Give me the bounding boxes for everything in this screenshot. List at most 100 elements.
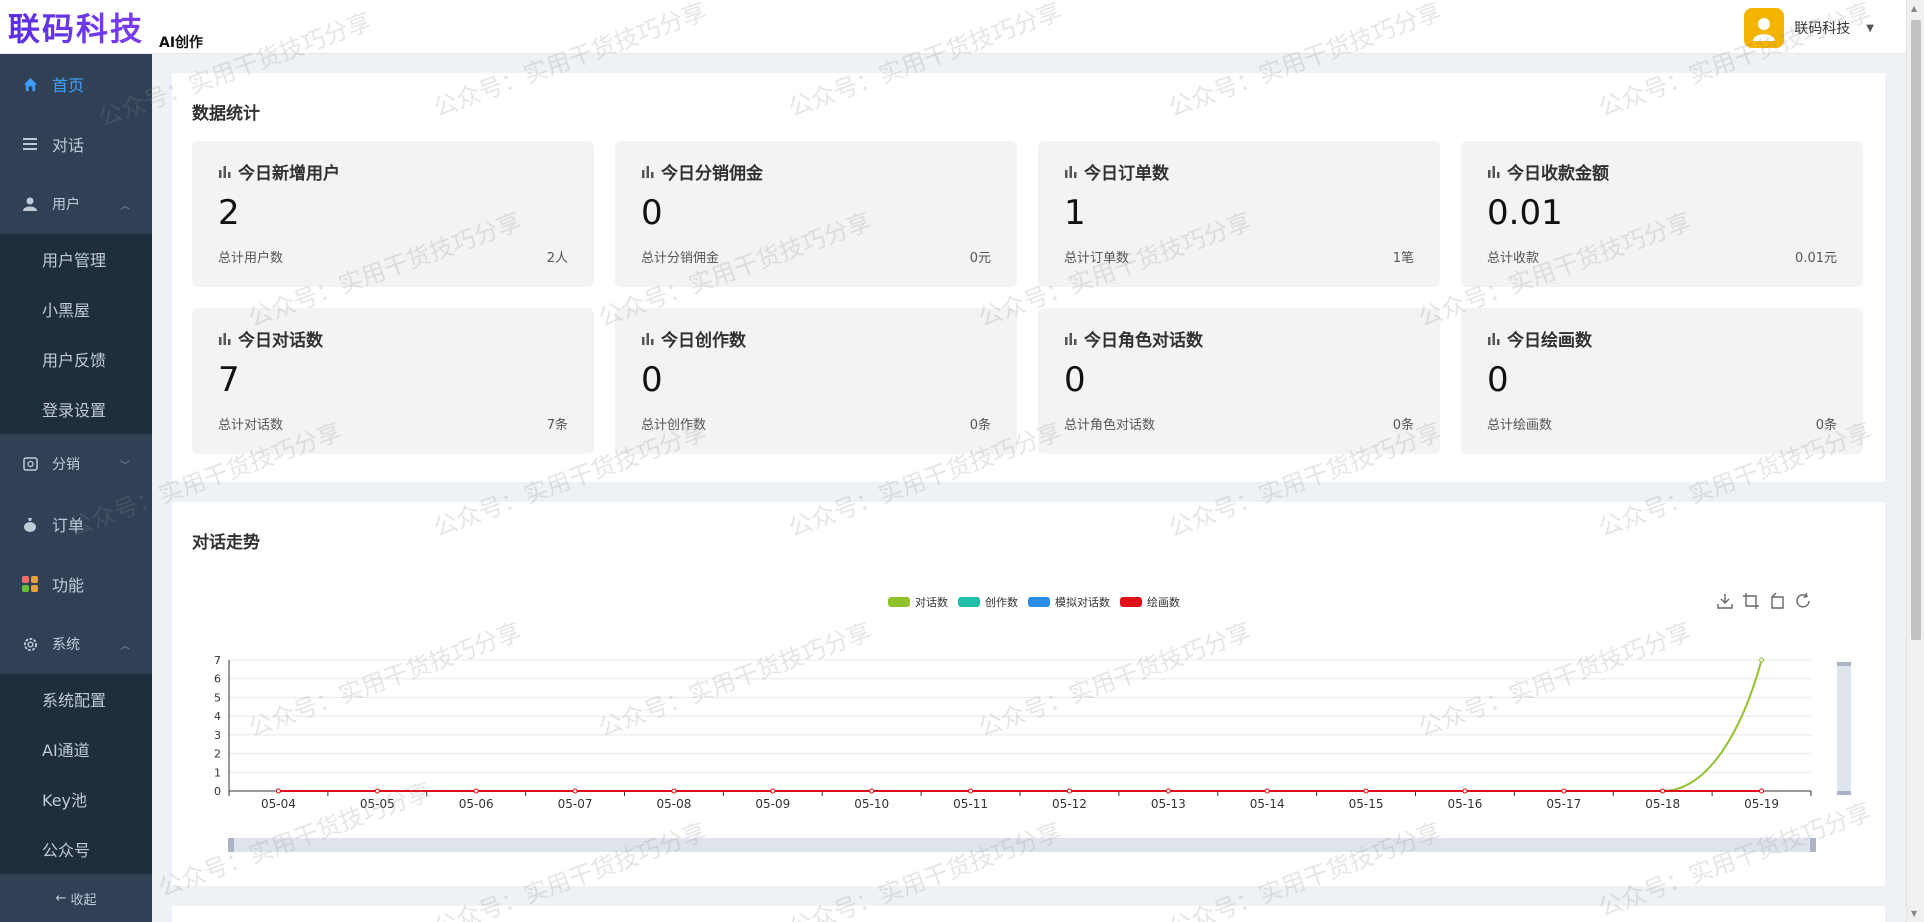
stat-value: 0 xyxy=(1064,360,1086,400)
legend-item[interactable]: 对话数 xyxy=(888,594,948,610)
stat-title-text: 今日新增用户 xyxy=(238,164,340,184)
sidebar-item-label: 功能 xyxy=(52,576,85,595)
stat-value: 0 xyxy=(641,360,663,400)
stat-total-label: 总计绘画数 xyxy=(1487,418,1553,433)
zoom-reset-icon[interactable] xyxy=(1768,592,1786,610)
stat-title: 今日对话数 xyxy=(218,326,323,351)
sidebar-item-chat[interactable]: 对话 xyxy=(0,114,152,174)
stat-total-value: 1笔 xyxy=(1392,251,1414,266)
sidebar-item-orders[interactable]: 订单 xyxy=(0,494,152,554)
stat-total-label: 总计用户数 xyxy=(218,251,284,266)
refresh-icon[interactable] xyxy=(1794,592,1812,610)
stat-title: 今日分销佣金 xyxy=(641,159,763,184)
stat-title-text: 今日收款金额 xyxy=(1507,164,1609,184)
sidebar-item-users[interactable]: 用户 ︿ xyxy=(0,174,152,234)
chevron-up-icon: ︿ xyxy=(120,200,130,212)
legend-label: 创作数 xyxy=(985,596,1018,609)
stat-title-text: 今日分销佣金 xyxy=(661,164,763,184)
stat-total-label: 总计分销佣金 xyxy=(641,251,720,266)
user-icon xyxy=(22,196,38,212)
stat-title: 今日新增用户 xyxy=(218,159,340,184)
chart-toolbox xyxy=(1716,592,1812,610)
sidebar-item-features[interactable]: 功能 xyxy=(0,554,152,614)
sidebar-subitem-system-config[interactable]: 系统配置 xyxy=(0,674,152,724)
stat-value: 0 xyxy=(641,193,663,233)
sidebar-item-home[interactable]: 首页 xyxy=(0,54,152,114)
stat-total-value: 2人 xyxy=(546,251,568,266)
chart-card-title: 对话走势 xyxy=(192,533,260,553)
legend-label: 绘画数 xyxy=(1147,596,1180,609)
collapse-label: 收起 xyxy=(70,892,97,908)
sidebar-item-distribution[interactable]: 分销 ﹀ xyxy=(0,434,152,494)
avatar[interactable] xyxy=(1744,8,1785,48)
stat-title: 今日创作数 xyxy=(641,326,746,351)
scroll-thumb[interactable] xyxy=(1911,20,1921,640)
download-icon[interactable] xyxy=(1716,592,1734,610)
zoom-icon[interactable] xyxy=(1742,592,1760,610)
chart-card: 对话走势 xyxy=(172,502,1885,886)
sidebar-item-label: 首页 xyxy=(52,76,85,95)
bar-chart-icon xyxy=(1488,166,1500,178)
stat-tile: 今日角色对话数 0 总计角色对话数 0条 xyxy=(1038,308,1440,454)
sidebar-item-label: 用户 xyxy=(52,197,80,213)
bar-chart-icon xyxy=(642,333,654,345)
gear-icon xyxy=(22,636,38,652)
stat-total-label: 总计订单数 xyxy=(1064,251,1130,266)
stat-total-label: 总计对话数 xyxy=(218,418,284,433)
collapse-button[interactable]: ← 收起 xyxy=(0,874,152,922)
sidebar-item-system[interactable]: 系统 ︿ xyxy=(0,614,152,674)
money-bag-icon xyxy=(22,516,38,532)
stat-tile: 今日分销佣金 0 总计分销佣金 0元 xyxy=(615,141,1017,287)
chevron-up-icon: ︿ xyxy=(120,640,130,652)
stat-total-value: 0条 xyxy=(969,418,991,433)
stat-tile: 今日订单数 1 总计订单数 1笔 xyxy=(1038,141,1440,287)
bar-chart-icon xyxy=(642,166,654,178)
sidebar: 首页 对话 用户 ︿ 用户管理 小黑屋 用户反馈 登录设置 分销 ﹀ 订单 功能… xyxy=(0,54,152,922)
brand-subtitle: AI创作 xyxy=(159,35,204,51)
users-submenu: 用户管理 小黑屋 用户反馈 登录设置 xyxy=(0,234,152,434)
sidebar-subitem-user-management[interactable]: 用户管理 xyxy=(0,234,152,284)
sidebar-subitem-blacklist[interactable]: 小黑屋 xyxy=(0,284,152,334)
stat-total-label: 总计角色对话数 xyxy=(1064,418,1156,433)
legend-item[interactable]: 模拟对话数 xyxy=(1028,594,1110,610)
caret-down-icon[interactable]: ▼ xyxy=(1866,23,1874,34)
scroll-up-icon[interactable]: ▲ xyxy=(1911,4,1917,13)
legend-item[interactable]: 创作数 xyxy=(958,594,1018,610)
sidebar-item-label: 系统 xyxy=(52,637,80,653)
chart-legend: 对话数 创作数 模拟对话数 绘画数 xyxy=(888,594,1180,610)
sidebar-subitem-official-account[interactable]: 公众号 xyxy=(0,824,152,874)
stat-value: 7 xyxy=(218,360,240,400)
system-submenu: 系统配置 AI通道 Key池 公众号 xyxy=(0,674,152,874)
page-scrollbar[interactable]: ▲ ▼ xyxy=(1906,0,1924,922)
sidebar-item-label: 订单 xyxy=(52,516,85,535)
top-header: 联码科技 AI创作 联码科技 ▼ xyxy=(0,0,1906,54)
stat-title-text: 今日对话数 xyxy=(238,331,323,351)
scroll-down-icon[interactable]: ▼ xyxy=(1911,909,1917,918)
stat-title: 今日订单数 xyxy=(1064,159,1169,184)
sidebar-subitem-feedback[interactable]: 用户反馈 xyxy=(0,334,152,384)
sidebar-subitem-ai-channel[interactable]: AI通道 xyxy=(0,724,152,774)
brand-logo[interactable]: 联码科技 xyxy=(8,4,144,50)
legend-item[interactable]: 绘画数 xyxy=(1120,594,1180,610)
stat-tile: 今日创作数 0 总计创作数 0条 xyxy=(615,308,1017,454)
stat-total-value: 0条 xyxy=(1392,418,1414,433)
user-menu[interactable]: 联码科技 ▼ xyxy=(1744,8,1874,48)
legend-label: 对话数 xyxy=(915,596,948,609)
share-icon xyxy=(22,456,38,472)
legend-swatch xyxy=(958,597,980,607)
stat-title-text: 今日订单数 xyxy=(1084,164,1169,184)
chevron-down-icon: ﹀ xyxy=(120,460,130,472)
bar-chart-icon xyxy=(1065,333,1077,345)
sidebar-subitem-key-pool[interactable]: Key池 xyxy=(0,774,152,824)
bar-chart-icon xyxy=(1488,333,1500,345)
stat-value: 1 xyxy=(1064,193,1086,233)
stat-tile: 今日收款金额 0.01 总计收款 0.01元 xyxy=(1461,141,1863,287)
sidebar-subitem-login-settings[interactable]: 登录设置 xyxy=(0,384,152,434)
user-name[interactable]: 联码科技 xyxy=(1794,18,1850,38)
stats-card: 数据统计 今日新增用户 2 总计用户数 2人 今日分销佣金 0 总计分销佣金 0元 今日订单数 1… xyxy=(172,73,1885,482)
arrow-left-icon: ← xyxy=(55,890,67,906)
stat-total-label: 总计创作数 xyxy=(641,418,707,433)
stat-title-text: 今日创作数 xyxy=(661,331,746,351)
stat-tile: 今日对话数 7 总计对话数 7条 xyxy=(192,308,594,454)
user-avatar-icon xyxy=(1753,18,1776,41)
